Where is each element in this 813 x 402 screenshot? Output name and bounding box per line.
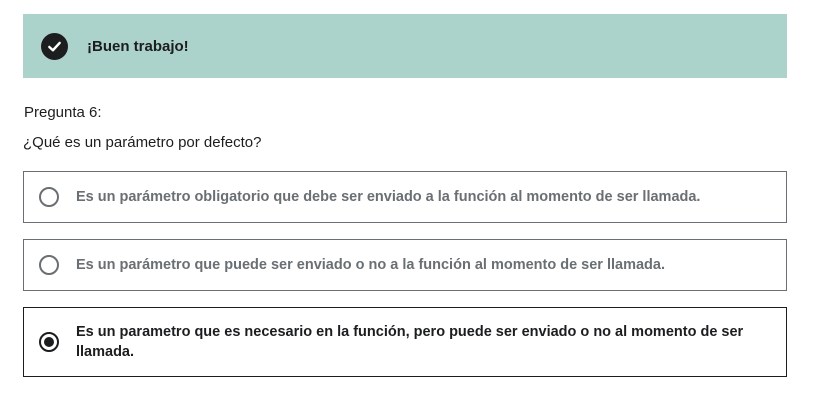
answer-option-label: Es un parametro que es necesario en la f…: [76, 324, 744, 360]
feedback-title: ¡Buen trabajo!: [87, 37, 189, 55]
answer-option-3[interactable]: Es un parametro que es necesario en la f…: [23, 307, 787, 377]
radio-button[interactable]: [39, 255, 59, 275]
question-number: Pregunta 6:: [24, 104, 102, 121]
question-text: ¿Qué es un parámetro por defecto?: [23, 134, 262, 151]
check-icon: [41, 32, 68, 60]
answer-option-label: Es un parámetro obligatorio que debe ser…: [76, 189, 701, 205]
radio-button[interactable]: [39, 332, 59, 352]
answer-option-1[interactable]: Es un parámetro obligatorio que debe ser…: [23, 171, 787, 223]
answer-option-label: Es un parámetro que puede ser enviado o …: [76, 257, 666, 273]
answer-option-2[interactable]: Es un parámetro que puede ser enviado o …: [23, 239, 787, 291]
radio-button[interactable]: [39, 187, 59, 207]
feedback-banner: ¡Buen trabajo!: [23, 14, 787, 78]
